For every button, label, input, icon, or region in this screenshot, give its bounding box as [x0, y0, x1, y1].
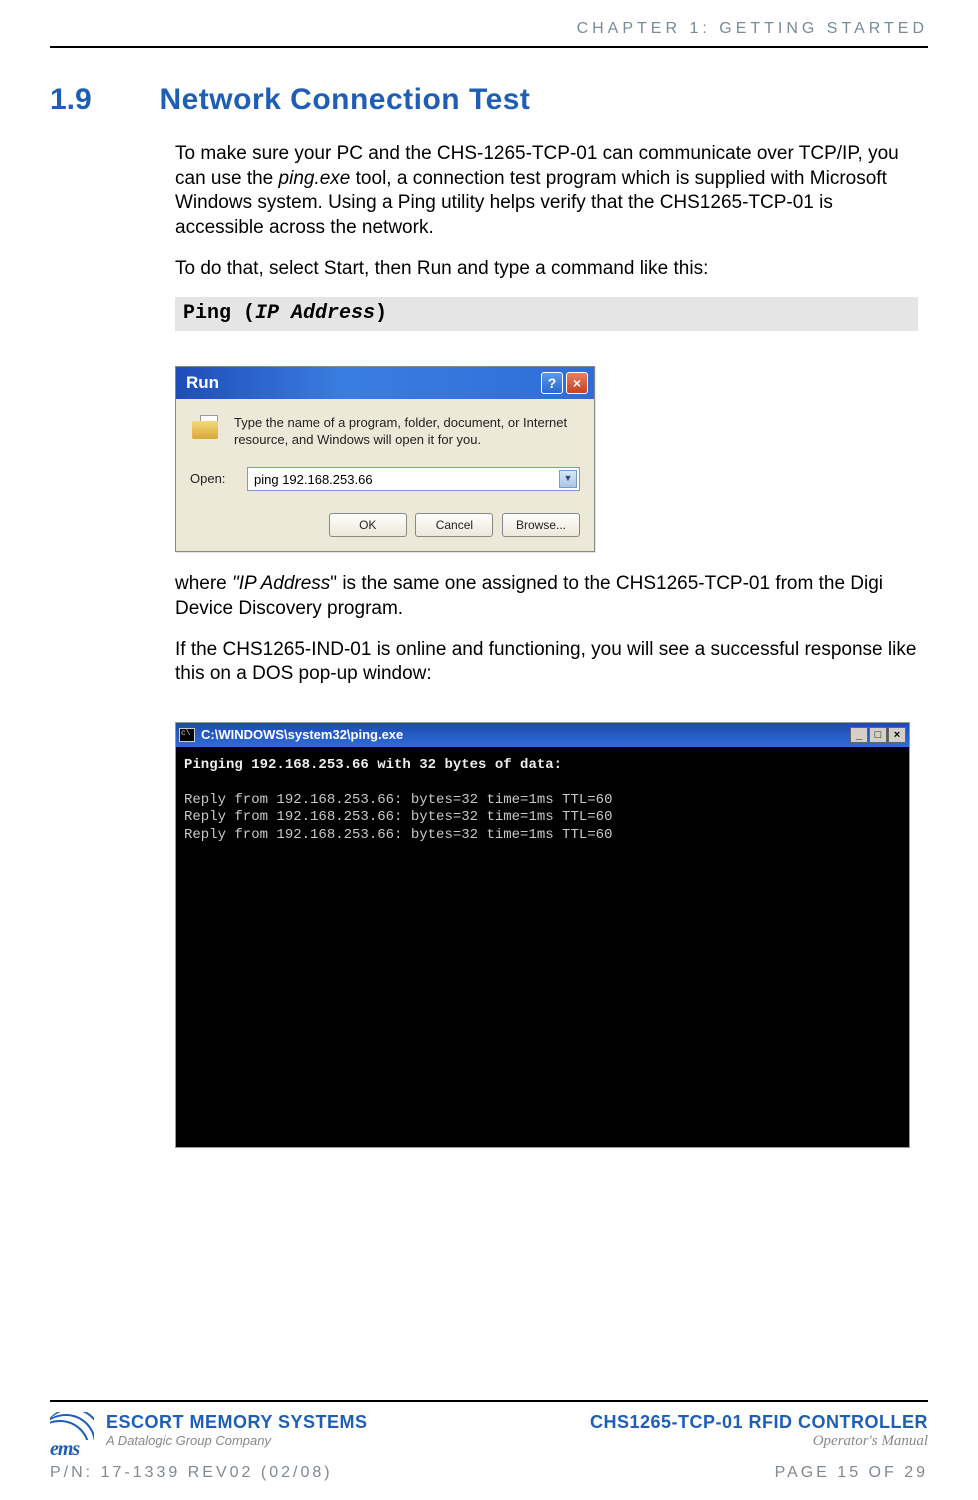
- paragraph-1: To make sure your PC and the CHS-1265-TC…: [175, 142, 918, 241]
- section-heading: 1.9 Network Connection Test: [50, 83, 928, 117]
- section-number: 1.9: [50, 83, 155, 117]
- cmd-window: c\ C:\WINDOWS\system32\ping.exe _ □ × Pi…: [175, 722, 910, 1148]
- footer-manual: Operator's Manual: [590, 1433, 928, 1450]
- footer-rule: [50, 1400, 928, 1402]
- cmd-line-1: Pinging 192.168.253.66 with 32 bytes of …: [184, 757, 562, 773]
- cmd-body: Pinging 192.168.253.66 with 32 bytes of …: [176, 747, 909, 1147]
- open-label: Open:: [190, 471, 235, 488]
- open-combobox[interactable]: ▼: [247, 467, 580, 491]
- para1-italic: ping.exe: [279, 168, 351, 189]
- cmd-titlebar: c\ C:\WINDOWS\system32\ping.exe _ □ ×: [176, 723, 909, 747]
- ems-logo: ems: [50, 1412, 98, 1458]
- para3-a: where: [175, 573, 232, 594]
- para3-italic: "IP Address: [232, 573, 330, 594]
- code-bar: Ping (IP Address): [175, 297, 918, 331]
- codebar-b: ): [375, 302, 387, 325]
- paragraph-2: To do that, select Start, then Run and t…: [175, 257, 918, 282]
- run-icon: [190, 415, 224, 445]
- footer-product: CHS1265-TCP-01 RFID CONTROLLER: [590, 1412, 928, 1433]
- minimize-icon[interactable]: _: [850, 727, 868, 743]
- cancel-button[interactable]: Cancel: [415, 513, 493, 537]
- close-icon[interactable]: ×: [566, 372, 588, 394]
- run-titlebar: Run ? ×: [176, 367, 594, 399]
- run-description: Type the name of a program, folder, docu…: [234, 415, 580, 449]
- footer-company: ESCORT MEMORY SYSTEMS: [106, 1412, 368, 1433]
- run-dialog: Run ? × Type the name of a program, fold…: [175, 366, 595, 552]
- header-rule: [50, 46, 928, 48]
- logo-text: ems: [50, 1440, 98, 1458]
- open-input[interactable]: [247, 467, 580, 491]
- maximize-icon[interactable]: □: [869, 727, 887, 743]
- section-title: Network Connection Test: [159, 83, 530, 116]
- browse-button[interactable]: Browse...: [502, 513, 580, 537]
- footer-sub: A Datalogic Group Company: [106, 1433, 368, 1448]
- cmd-reply-3: Reply from 192.168.253.66: bytes=32 time…: [184, 827, 612, 843]
- page-footer: ems ESCORT MEMORY SYSTEMS A Datalogic Gr…: [50, 1400, 928, 1482]
- footer-page: PAGE 15 OF 29: [775, 1464, 928, 1482]
- cmd-reply-1: Reply from 192.168.253.66: bytes=32 time…: [184, 792, 612, 808]
- paragraph-4: If the CHS1265-IND-01 is online and func…: [175, 638, 918, 687]
- chevron-down-icon[interactable]: ▼: [559, 470, 577, 488]
- ok-button[interactable]: OK: [329, 513, 407, 537]
- footer-pn: P/N: 17-1339 REV02 (02/08): [50, 1464, 333, 1482]
- run-title: Run: [182, 372, 538, 394]
- cmd-icon: c\: [179, 728, 195, 742]
- codebar-a: Ping (: [183, 302, 255, 325]
- cmd-title: C:\WINDOWS\system32\ping.exe: [201, 727, 849, 744]
- cmd-close-icon[interactable]: ×: [888, 727, 906, 743]
- chapter-header: CHAPTER 1: GETTING STARTED: [50, 20, 928, 38]
- help-icon[interactable]: ?: [541, 372, 563, 394]
- codebar-italic: IP Address: [255, 302, 375, 325]
- cmd-reply-2: Reply from 192.168.253.66: bytes=32 time…: [184, 809, 612, 825]
- paragraph-3: where "IP Address" is the same one assig…: [175, 572, 918, 621]
